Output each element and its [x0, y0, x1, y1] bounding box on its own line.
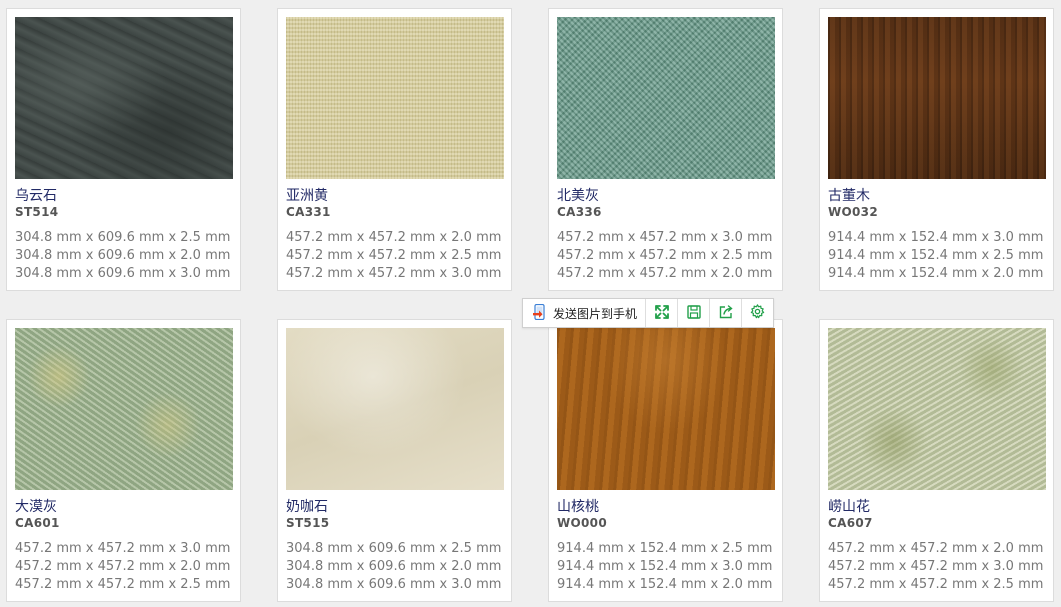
product-specs: 457.2 mm x 457.2 mm x 3.0 mm 457.2 mm x … [557, 229, 772, 283]
product-specs: 914.4 mm x 152.4 mm x 2.5 mm 914.4 mm x … [557, 540, 772, 594]
product-card-ca336[interactable]: 北美灰 CA336 457.2 mm x 457.2 mm x 3.0 mm 4… [548, 8, 783, 291]
product-code: ST515 [286, 516, 330, 530]
spec-line: 457.2 mm x 457.2 mm x 3.0 mm [828, 559, 1044, 574]
settings-icon [750, 303, 765, 323]
spec-line: 457.2 mm x 457.2 mm x 2.0 mm [286, 230, 502, 245]
product-image[interactable] [828, 328, 1046, 490]
spec-line: 304.8 mm x 609.6 mm x 3.0 mm [15, 266, 231, 281]
product-specs: 457.2 mm x 457.2 mm x 2.0 mm 457.2 mm x … [286, 229, 501, 283]
spec-line: 304.8 mm x 609.6 mm x 3.0 mm [286, 577, 502, 592]
expand-icon [654, 304, 669, 323]
save-icon [686, 304, 701, 323]
product-image[interactable] [286, 328, 504, 490]
product-specs: 304.8 mm x 609.6 mm x 2.5 mm 304.8 mm x … [286, 540, 501, 594]
spec-line: 914.4 mm x 152.4 mm x 3.0 mm [557, 559, 773, 574]
save-button[interactable] [678, 299, 711, 327]
spec-line: 457.2 mm x 457.2 mm x 2.5 mm [286, 248, 502, 263]
product-card-st514[interactable]: 乌云石 ST514 304.8 mm x 609.6 mm x 2.5 mm 3… [6, 8, 241, 291]
spec-line: 457.2 mm x 457.2 mm x 2.5 mm [828, 577, 1044, 592]
spec-line: 914.4 mm x 152.4 mm x 3.0 mm [828, 230, 1044, 245]
spec-line: 304.8 mm x 609.6 mm x 2.0 mm [15, 248, 231, 263]
product-specs: 457.2 mm x 457.2 mm x 3.0 mm 457.2 mm x … [15, 540, 230, 594]
product-code: WO000 [557, 516, 607, 530]
settings-button[interactable] [742, 299, 773, 327]
product-card-ca601[interactable]: 大漠灰 CA601 457.2 mm x 457.2 mm x 3.0 mm 4… [6, 319, 241, 602]
product-name[interactable]: 古董木 [828, 185, 870, 205]
product-card-ca331[interactable]: 亚洲黄 CA331 457.2 mm x 457.2 mm x 2.0 mm 4… [277, 8, 512, 291]
send-to-phone-label: 发送图片到手机 [553, 306, 638, 321]
spec-line: 457.2 mm x 457.2 mm x 3.0 mm [557, 230, 773, 245]
product-card-wo000[interactable]: 山核桃 WO000 914.4 mm x 152.4 mm x 2.5 mm 9… [548, 319, 783, 602]
product-code: CA607 [828, 516, 873, 530]
product-code: CA336 [557, 205, 602, 219]
product-image[interactable] [15, 17, 233, 179]
product-card-ca607[interactable]: 崂山花 CA607 457.2 mm x 457.2 mm x 2.0 mm 4… [819, 319, 1054, 602]
product-specs: 914.4 mm x 152.4 mm x 3.0 mm 914.4 mm x … [828, 229, 1043, 283]
product-code: CA331 [286, 205, 331, 219]
spec-line: 914.4 mm x 152.4 mm x 2.0 mm [828, 266, 1044, 281]
product-card-st515[interactable]: 奶咖石 ST515 304.8 mm x 609.6 mm x 2.5 mm 3… [277, 319, 512, 602]
spec-line: 457.2 mm x 457.2 mm x 2.0 mm [828, 541, 1044, 556]
share-icon [719, 304, 733, 323]
product-image[interactable] [15, 328, 233, 490]
product-code: ST514 [15, 205, 59, 219]
spec-line: 914.4 mm x 152.4 mm x 2.0 mm [557, 577, 773, 592]
product-code: WO032 [828, 205, 878, 219]
spec-line: 914.4 mm x 152.4 mm x 2.5 mm [557, 541, 773, 556]
phone-send-icon [533, 303, 547, 323]
product-image[interactable] [557, 328, 775, 490]
spec-line: 457.2 mm x 457.2 mm x 3.0 mm [15, 541, 231, 556]
spec-line: 304.8 mm x 609.6 mm x 2.0 mm [286, 559, 502, 574]
spec-line: 457.2 mm x 457.2 mm x 2.5 mm [15, 577, 231, 592]
spec-line: 304.8 mm x 609.6 mm x 2.5 mm [15, 230, 231, 245]
spec-line: 457.2 mm x 457.2 mm x 2.0 mm [15, 559, 231, 574]
spec-line: 457.2 mm x 457.2 mm x 2.0 mm [557, 266, 773, 281]
spec-line: 457.2 mm x 457.2 mm x 2.5 mm [557, 248, 773, 263]
product-name[interactable]: 乌云石 [15, 185, 57, 205]
send-to-phone-button[interactable]: 发送图片到手机 [523, 299, 647, 327]
product-code: CA601 [15, 516, 60, 530]
product-image[interactable] [286, 17, 504, 179]
product-specs: 304.8 mm x 609.6 mm x 2.5 mm 304.8 mm x … [15, 229, 230, 283]
spec-line: 304.8 mm x 609.6 mm x 2.5 mm [286, 541, 502, 556]
share-button[interactable] [710, 299, 743, 327]
product-name[interactable]: 北美灰 [557, 185, 599, 205]
product-name[interactable]: 奶咖石 [286, 496, 328, 516]
product-name[interactable]: 山核桃 [557, 496, 599, 516]
spec-line: 914.4 mm x 152.4 mm x 2.5 mm [828, 248, 1044, 263]
product-name[interactable]: 大漠灰 [15, 496, 57, 516]
product-card-wo032[interactable]: 古董木 WO032 914.4 mm x 152.4 mm x 3.0 mm 9… [819, 8, 1054, 291]
product-name[interactable]: 崂山花 [828, 496, 870, 516]
expand-button[interactable] [646, 299, 679, 327]
product-name[interactable]: 亚洲黄 [286, 185, 328, 205]
product-specs: 457.2 mm x 457.2 mm x 2.0 mm 457.2 mm x … [828, 540, 1043, 594]
spec-line: 457.2 mm x 457.2 mm x 3.0 mm [286, 266, 502, 281]
product-image[interactable] [828, 17, 1046, 179]
product-image[interactable] [557, 17, 775, 179]
image-toolbar: 发送图片到手机 [522, 298, 774, 328]
